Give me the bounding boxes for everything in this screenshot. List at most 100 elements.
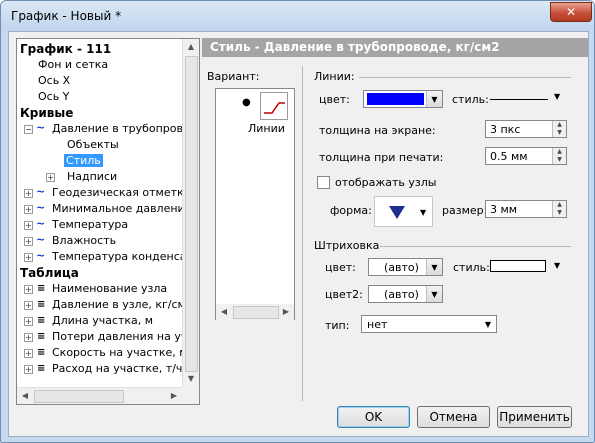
width-screen-label: толщина на экране: — [319, 124, 436, 137]
curve-icon: ∼ — [36, 249, 46, 262]
expand-icon[interactable]: + — [24, 333, 33, 342]
scroll-left-icon[interactable]: ◀ — [17, 388, 33, 404]
variant-list[interactable]: ● Линии ◀ ▶ — [215, 88, 295, 320]
apply-button[interactable]: Применить — [497, 406, 572, 428]
hatch-group-line — [380, 246, 571, 247]
hatch-type-combo[interactable]: нет ▼ — [361, 315, 497, 333]
tree-item-column[interactable]: Потери давления на уча — [52, 329, 194, 345]
tree-item-column[interactable]: Давление в узле, кг/см — [52, 297, 186, 313]
tree-horizontal-scrollbar[interactable]: ◀ ▶ — [17, 387, 182, 404]
scroll-right-icon[interactable]: ▶ — [278, 304, 294, 320]
hatch-color2-combo[interactable]: (авто) ▼ — [368, 285, 443, 303]
expand-icon[interactable]: + — [46, 173, 55, 182]
hatch-type-value: нет — [367, 318, 388, 331]
tree-root[interactable]: График - 111 — [20, 41, 111, 57]
collapse-icon[interactable]: − — [24, 125, 33, 134]
list-icon: ≡ — [37, 331, 46, 342]
scroll-thumb[interactable] — [34, 390, 124, 403]
scroll-down-icon[interactable]: ▼ — [183, 371, 199, 387]
tree-item-axis-x[interactable]: Ось X — [38, 73, 70, 89]
scroll-thumb[interactable] — [233, 306, 279, 319]
width-print-label: толщина при печати: — [319, 151, 444, 164]
width-print-stepper[interactable]: 0.5 мм ▲ ▼ — [485, 147, 567, 165]
curve-icon: ∼ — [36, 217, 46, 230]
scroll-up-icon[interactable]: ▲ — [183, 39, 199, 55]
tree-item-curve[interactable]: Минимальное давление — [52, 201, 191, 217]
hatch-style-label: стиль: — [453, 261, 490, 274]
expand-icon[interactable]: + — [24, 189, 33, 198]
tree-item-axis-y[interactable]: Ось Y — [38, 89, 69, 105]
node-shape-picker[interactable]: ▼ — [374, 196, 433, 227]
line-color-swatch — [367, 93, 424, 105]
chevron-down-icon[interactable]: ▼ — [426, 91, 442, 107]
expand-icon[interactable]: + — [24, 349, 33, 358]
expand-icon[interactable]: + — [24, 237, 33, 246]
tree-vertical-scrollbar[interactable]: ▲ ▼ — [182, 39, 199, 387]
close-button[interactable]: ✕ — [550, 2, 592, 22]
spin-arrows-icon[interactable]: ▲ ▼ — [552, 201, 566, 217]
variant-list-scrollbar[interactable]: ◀ ▶ — [216, 304, 294, 320]
tree-item-style[interactable]: Стиль — [64, 153, 103, 169]
tree-item-objects[interactable]: Объекты — [67, 137, 119, 153]
tree-item-curve[interactable]: Температура конденсац — [52, 249, 194, 265]
tree-table-heading[interactable]: Таблица — [20, 265, 79, 281]
list-icon: ≡ — [37, 315, 46, 326]
settings-tree: График - 111 Фон и сетка Ось X Ось Y Кри… — [16, 38, 200, 405]
window-title: График - Новый * — [11, 9, 122, 23]
expand-icon[interactable]: + — [24, 205, 33, 214]
chevron-down-icon[interactable]: ▼ — [426, 259, 442, 275]
dialog-client: График - 111 Фон и сетка Ось X Ось Y Кри… — [8, 31, 589, 437]
show-nodes-checkbox[interactable] — [317, 176, 330, 189]
node-size-stepper[interactable]: 3 мм ▲ ▼ — [485, 200, 567, 218]
expand-icon[interactable]: + — [24, 285, 33, 294]
tree-item-pressure-curve[interactable]: Давление в трубопровод — [52, 121, 197, 137]
chevron-down-icon[interactable]: ▼ — [480, 316, 496, 332]
lines-group-line — [359, 77, 571, 78]
scroll-left-icon[interactable]: ◀ — [216, 304, 232, 320]
width-screen-stepper[interactable]: 3 пкс ▲ ▼ — [485, 120, 567, 138]
expand-icon[interactable]: + — [24, 317, 33, 326]
tree-item-curve[interactable]: Влажность — [52, 233, 116, 249]
curve-icon: ∼ — [36, 121, 46, 134]
ok-button[interactable]: OK — [337, 406, 410, 428]
title-bar: График - Новый * ✕ — [1, 1, 594, 31]
hatch-color-label: цвет: — [325, 261, 356, 274]
spin-arrows-icon[interactable]: ▲ ▼ — [552, 148, 566, 164]
hatch-style-combo[interactable]: ▼ — [488, 258, 568, 276]
scroll-right-icon[interactable]: ▶ — [166, 388, 182, 404]
expand-icon[interactable]: + — [24, 221, 33, 230]
chevron-down-icon[interactable]: ▼ — [420, 208, 426, 217]
expand-icon[interactable]: + — [24, 365, 33, 374]
variant-item-label[interactable]: Линии — [248, 122, 285, 135]
list-icon: ≡ — [37, 283, 46, 294]
hatch-color2-label: цвет2: — [325, 288, 363, 301]
hatch-color-combo[interactable]: (авто) ▼ — [368, 258, 443, 276]
chevron-down-icon[interactable]: ▼ — [554, 261, 560, 270]
curve-icon: ∼ — [36, 185, 46, 198]
panel-separator — [302, 66, 303, 401]
tree-item-background[interactable]: Фон и сетка — [38, 57, 108, 73]
tree-item-column[interactable]: Длина участка, м — [52, 313, 153, 329]
hatch-group-label: Штриховка — [314, 239, 380, 252]
curve-icon: ∼ — [36, 201, 46, 214]
tree-item-labels[interactable]: Надписи — [67, 169, 117, 185]
line-style-combo[interactable]: ▼ — [488, 90, 568, 108]
line-color-combo[interactable]: ▼ — [363, 90, 443, 108]
expand-icon[interactable]: + — [24, 253, 33, 262]
tree-item-column[interactable]: Расход на участке, т/ч — [52, 361, 182, 377]
hatch-style-swatch — [490, 260, 546, 272]
tree-item-curve[interactable]: Геодезическая отметка — [52, 185, 190, 201]
chevron-down-icon[interactable]: ▼ — [554, 92, 560, 101]
tree-item-curve[interactable]: Температура — [52, 217, 128, 233]
radio-icon[interactable]: ● — [242, 97, 251, 108]
scroll-thumb[interactable] — [185, 56, 198, 372]
tree-curves-heading[interactable]: Кривые — [20, 105, 73, 121]
spin-arrows-icon[interactable]: ▲ ▼ — [552, 121, 566, 137]
tree-item-column[interactable]: Наименование узла — [52, 281, 167, 297]
expand-icon[interactable]: + — [24, 301, 33, 310]
tree-item-column[interactable]: Скорость на участке, м/ — [52, 345, 191, 361]
cancel-button[interactable]: Отмена — [417, 406, 490, 428]
line-style-label: стиль: — [452, 93, 489, 106]
chevron-down-icon[interactable]: ▼ — [426, 286, 442, 302]
node-size-label: размер: — [442, 204, 488, 217]
